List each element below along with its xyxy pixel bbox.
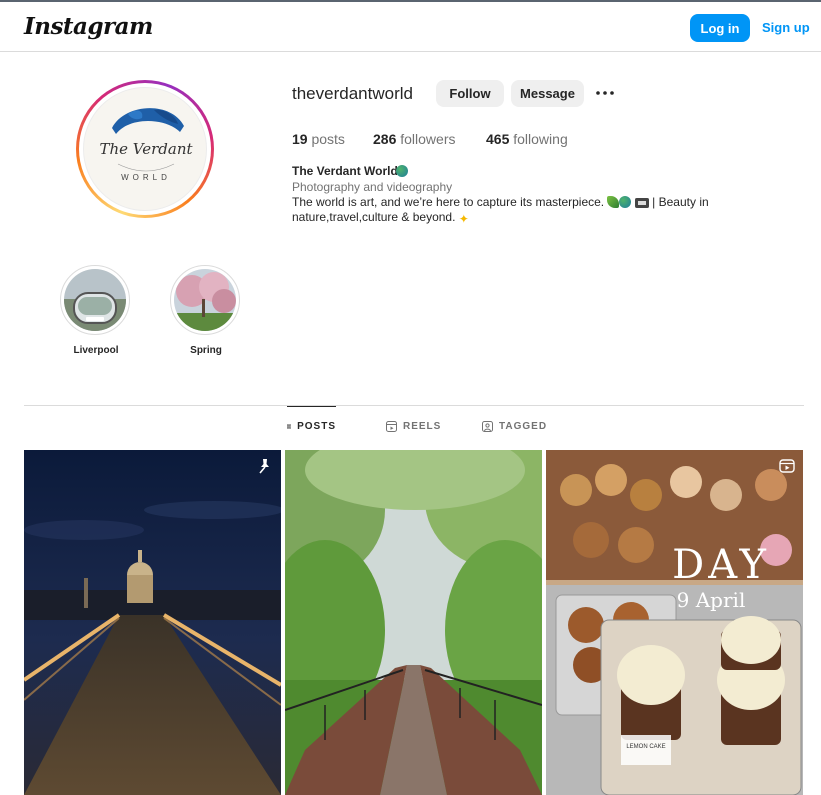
post-tile[interactable] <box>24 450 281 795</box>
login-button[interactable]: Log in <box>690 14 750 42</box>
bio-text-line1-tail: | Beauty in <box>652 195 709 209</box>
highlight-cover-liverpool <box>64 269 126 331</box>
reel-icon <box>779 459 795 473</box>
highlight-label: Spring <box>190 345 222 356</box>
reels-icon <box>386 420 397 432</box>
leaf-emoji-icon <box>607 196 620 208</box>
signup-link[interactable]: Sign up <box>762 20 810 35</box>
profile-bio: The world is art, and we’re here to capt… <box>292 195 722 225</box>
post-image-bakery: LEMON CAKE DAY 9 April <box>546 450 803 795</box>
profile-username: theverdantworld <box>292 84 413 103</box>
tab-reels[interactable]: REELS <box>386 406 441 446</box>
more-options-icon[interactable] <box>594 84 616 102</box>
post-tile[interactable]: LEMON CAKE DAY 9 April <box>546 450 803 795</box>
highlight-label: Liverpool <box>73 345 119 356</box>
post-overlay-title: DAY <box>672 542 770 588</box>
tab-posts[interactable]: POSTS <box>287 406 336 446</box>
post-image-park-path <box>285 450 542 795</box>
posts-stat: 19 posts <box>292 131 345 147</box>
highlight-spring[interactable]: Spring <box>170 265 242 356</box>
profile-full-name: The Verdant World <box>292 164 398 178</box>
profile-avatar-story-ring[interactable]: The Verdant WORLD <box>76 80 214 218</box>
tab-label: POSTS <box>297 421 336 432</box>
top-navigation-bar: Instagram Log in Sign up <box>0 0 821 52</box>
price-card-text: LEMON CAKE <box>626 744 665 750</box>
sparkles-emoji-icon: ✦ <box>458 212 469 226</box>
highlight-liverpool[interactable]: Liverpool <box>60 265 132 356</box>
globe-emoji-icon <box>619 196 632 208</box>
profile-avatar: The Verdant WORLD <box>83 87 207 211</box>
bio-text-line1: The world is art, and we’re here to capt… <box>292 195 605 209</box>
highlight-cover-spring <box>174 269 236 331</box>
message-button[interactable]: Message <box>511 80 584 107</box>
bio-text-line2: nature,travel,culture & beyond. <box>292 210 456 224</box>
post-image-night-bridge <box>24 450 281 795</box>
instagram-logo[interactable]: Instagram <box>24 13 153 40</box>
avatar-subtitle-text: WORLD <box>121 173 171 182</box>
follow-button[interactable]: Follow <box>436 80 504 107</box>
verdant-world-logo: The Verdant WORLD <box>99 108 193 182</box>
profile-category: Photography and videography <box>292 180 453 194</box>
following-stat[interactable]: 465 following <box>486 131 568 147</box>
globe-emoji-icon <box>396 165 408 177</box>
avatar-title-text: The Verdant <box>99 140 193 158</box>
post-overlay-date: 9 April <box>677 588 746 612</box>
post-tile[interactable] <box>285 450 542 795</box>
tab-label: TAGGED <box>499 420 548 432</box>
followers-stat[interactable]: 286 followers <box>373 131 456 147</box>
tagged-icon <box>482 420 493 432</box>
camera-emoji-icon <box>634 198 649 208</box>
pin-icon <box>259 459 269 474</box>
grid-icon <box>287 424 292 429</box>
tab-tagged[interactable]: TAGGED <box>482 406 547 446</box>
tab-label: REELS <box>403 420 442 432</box>
